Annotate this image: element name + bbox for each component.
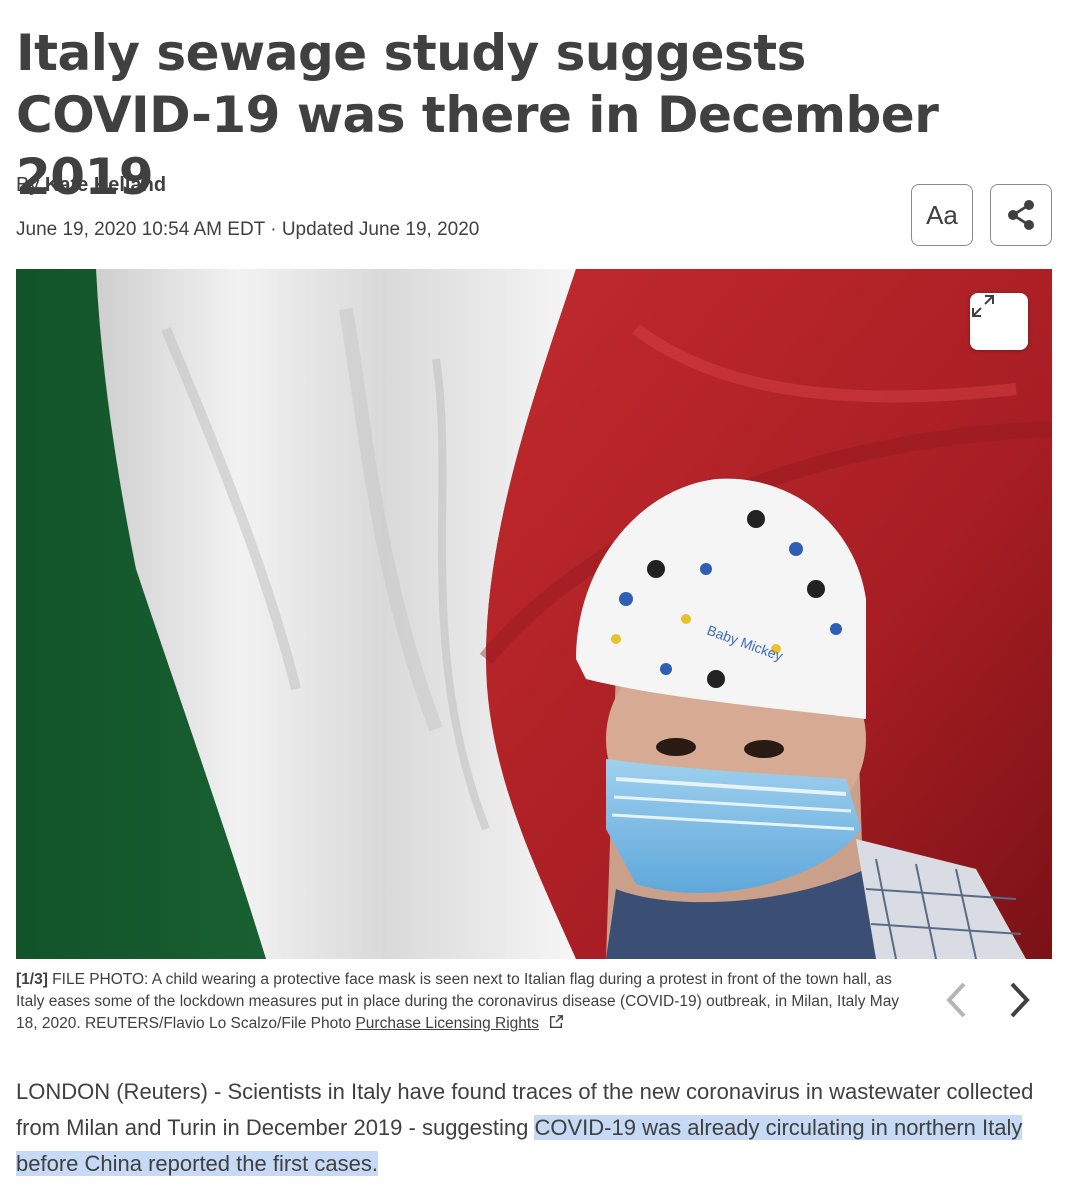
expand-photo-button[interactable] — [970, 293, 1028, 350]
chevron-left-icon — [946, 982, 966, 1018]
share-button[interactable] — [990, 184, 1052, 246]
article-photo[interactable]: Baby Mickey — [16, 269, 1052, 959]
expand-icon — [972, 295, 994, 317]
chevron-right-icon — [1010, 982, 1030, 1018]
article-lede: LONDON (Reuters) - Scientists in Italy h… — [16, 1074, 1056, 1182]
next-photo-button[interactable] — [1000, 978, 1040, 1022]
byline-prefix: By — [16, 174, 45, 196]
share-icon — [1008, 200, 1034, 230]
author-link[interactable]: Kate Kelland — [45, 174, 166, 196]
dateline: June 19, 2020 10:54 AM EDT · Updated Jun… — [16, 219, 480, 240]
photo-caption: [1/3] FILE PHOTO: A child wearing a prot… — [16, 969, 906, 1035]
text-size-button[interactable]: Aa — [911, 184, 973, 246]
byline: By Kate Kelland — [16, 174, 166, 197]
external-link-icon[interactable] — [547, 1014, 565, 1030]
licensing-link[interactable]: Purchase Licensing Rights — [355, 1015, 539, 1032]
photo-image: Baby Mickey — [16, 269, 1052, 959]
photo-counter: [1/3] — [16, 971, 48, 988]
previous-photo-button[interactable] — [936, 978, 976, 1022]
